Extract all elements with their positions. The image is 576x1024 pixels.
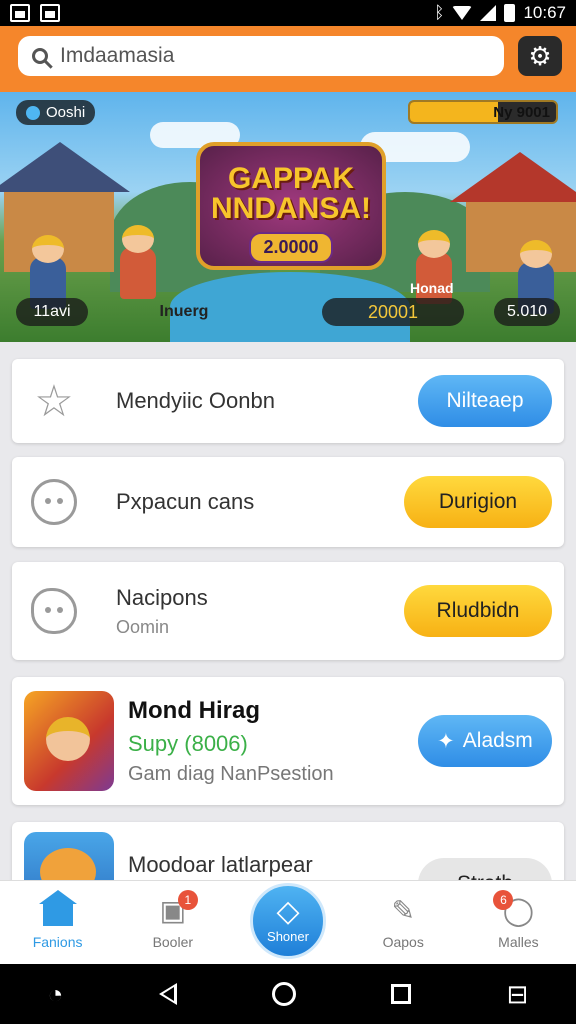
assistant-icon[interactable]: ◔ [48, 979, 64, 1010]
content-list: ☆ Mendyiic Oonbn Nilteaep Pxpacun cans D… [0, 342, 576, 880]
card-title: Nacipons [116, 584, 208, 610]
search-input[interactable]: Imdaamasia [60, 44, 174, 68]
list-item[interactable]: Pxpacun cans Durigion [12, 457, 564, 547]
image-notification-icon [40, 4, 60, 22]
progress-fill [410, 102, 498, 122]
card-title: Mond Hirag [128, 696, 260, 724]
card-title: Mendyiic Oonbn [116, 388, 275, 413]
pen-icon: ✎ [391, 895, 415, 926]
system-navigation-bar: ◔ ⊟ [0, 964, 576, 1024]
wifi-icon [452, 6, 473, 20]
nav-label: Booler [152, 933, 194, 950]
center-action-button[interactable]: ◇ Shoner [250, 882, 326, 959]
nav-home[interactable]: Fanions [0, 881, 115, 964]
status-notifications [10, 4, 60, 22]
status-time: 10:67 [523, 3, 566, 22]
logo-subtitle: 2.0000 [249, 232, 333, 263]
nav-label: Oapos [382, 933, 424, 950]
card-title: Moodoar latlarpear [128, 852, 313, 877]
settings-button[interactable]: ⚙ [518, 36, 562, 76]
card-action-button[interactable]: Durigion [404, 476, 552, 528]
progress-label: Ny 9001 [493, 104, 550, 121]
game-thumbnail[interactable] [24, 691, 114, 791]
gear-icon: ⚙ [528, 40, 552, 71]
list-item[interactable]: Nacipons Oomin Rludbidn [12, 562, 564, 660]
notification-badge: 6 [493, 889, 514, 910]
stat-center: 20001 [322, 298, 464, 326]
recents-icon[interactable] [391, 984, 412, 1004]
stat-label: Inuerg [159, 303, 209, 320]
house-roof-right [450, 152, 576, 202]
search-bar[interactable]: Imdaamasia [18, 36, 504, 76]
logo-line-1: GAPPAK [227, 162, 355, 195]
bluetooth-icon: ᛒ [434, 3, 445, 22]
game-logo: GAPPAK NNDANSA! 2.0000 [196, 142, 386, 270]
card-description: Gam diag NanPsestion [128, 762, 334, 785]
card-action-button[interactable]: Rludbidn [404, 585, 552, 637]
energy-progress: Ny 9001 [408, 100, 558, 124]
cloud-icon-wrap [24, 588, 84, 634]
nav-label: Shoner [267, 929, 309, 944]
nav-malles[interactable]: ◯ 6 Malles [461, 881, 576, 964]
notification-icon [10, 4, 30, 22]
ring-icon: ◯ 6 [493, 889, 535, 926]
logo-line-2: NNDANSA! [211, 192, 371, 225]
card-title: Pxpacun cans [116, 489, 255, 514]
stat-right: 5.010 [494, 298, 560, 326]
character-miner [120, 225, 156, 299]
list-item[interactable]: Moodoar latlarpear Stratb [12, 822, 564, 880]
diamond-icon: ◇ [276, 895, 300, 928]
nav-oapos[interactable]: ✎ Oapos [346, 881, 461, 964]
cloud-face-icon [31, 588, 77, 634]
sparkle-icon: ✦ [437, 729, 455, 753]
card-action-button[interactable]: Stratb [418, 858, 552, 880]
card-price: Supy (8006) [128, 730, 248, 756]
gem-icon [26, 105, 40, 120]
overlay-label: Honad [410, 280, 454, 296]
nav-booler[interactable]: ▣ 1 Booler [115, 881, 230, 964]
game-banner[interactable]: Ooshi Ny 9001 GAPPAK NNDANSA! 2.0000 Hon… [0, 92, 576, 342]
face-icon-wrap [24, 479, 84, 525]
back-icon[interactable] [158, 983, 177, 1005]
card-subtitle: Oomin [116, 616, 170, 637]
switch-apps-icon[interactable]: ⊟ [507, 979, 529, 1010]
list-item[interactable]: Mond Hirag Supy (8006) Gam diag NanPsest… [12, 677, 564, 805]
badge-label: Ooshi [46, 104, 86, 121]
card-action-button[interactable]: ✦ Aladsm [418, 715, 552, 767]
status-indicators: ᛒ 10:67 [434, 3, 566, 23]
game-thumbnail[interactable] [24, 832, 114, 880]
notification-badge: 1 [177, 889, 198, 910]
home-icon [38, 889, 77, 926]
box-icon: ▣ 1 [156, 889, 198, 926]
signal-icon [480, 5, 497, 21]
button-label: Aladsm [462, 729, 533, 752]
house-roof-left [0, 142, 130, 192]
app-header: Imdaamasia ⚙ [0, 26, 576, 92]
search-icon [32, 48, 48, 64]
nav-shoner[interactable]: ◇ Shoner [230, 881, 345, 964]
stat-left: 11avi [16, 298, 88, 326]
card-action-button[interactable]: Nilteaep [418, 375, 552, 427]
character-right [416, 230, 452, 304]
status-bar: ᛒ 10:67 [0, 0, 576, 26]
list-item[interactable]: ☆ Mendyiic Oonbn Nilteaep [12, 359, 564, 443]
face-icon [31, 479, 77, 525]
nav-label: Fanions [32, 933, 83, 950]
star-icon: ☆ [34, 376, 74, 426]
bottom-navigation: Fanions ▣ 1 Booler ◇ Shoner ✎ Oapos ◯ 6 Ma… [0, 880, 576, 964]
battery-icon [504, 4, 516, 22]
nav-label: Malles [498, 933, 539, 950]
home-button-icon[interactable] [271, 982, 296, 1006]
house-right [466, 202, 576, 272]
top-left-badge: Ooshi [16, 100, 96, 125]
